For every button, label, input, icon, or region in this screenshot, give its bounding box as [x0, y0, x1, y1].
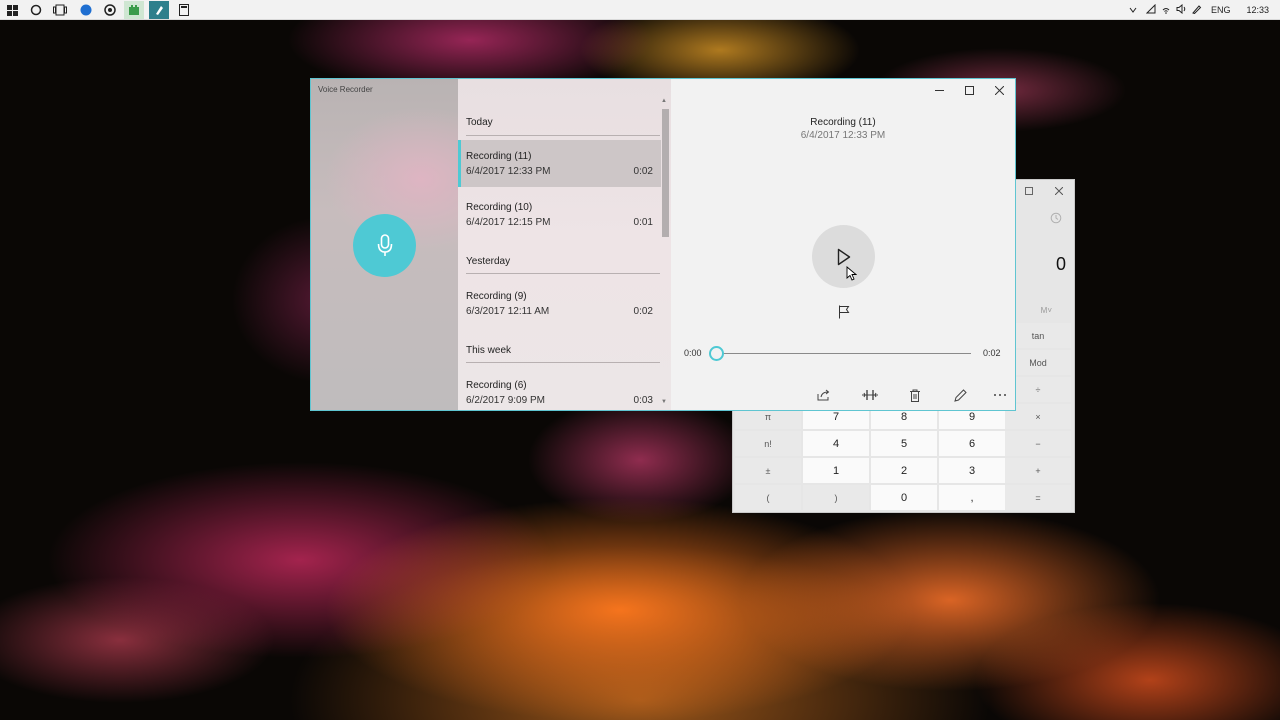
calc-key-open-paren[interactable]: (	[735, 485, 801, 510]
group-header-this-week: This week	[466, 345, 512, 356]
recording-date: 6/4/2017 12:33 PM	[466, 166, 551, 177]
delete-button[interactable]	[904, 385, 926, 405]
group-divider	[466, 135, 660, 136]
windows-start-icon[interactable]	[2, 1, 22, 19]
scroll-thumb[interactable]	[662, 109, 669, 237]
close-icon	[994, 85, 1004, 95]
recording-duration: 0:01	[633, 217, 653, 228]
recording-name: Recording (10)	[466, 202, 533, 213]
recording-title[interactable]: Recording (11)	[671, 117, 1015, 128]
calc-close-button[interactable]	[1046, 184, 1072, 198]
more-icon	[994, 394, 1006, 396]
recordings-list: Today Recording (11) 6/4/2017 12:33 PM 0…	[458, 79, 671, 410]
recording-date: 6/4/2017 12:15 PM	[466, 217, 551, 228]
window-title: Voice Recorder	[318, 85, 373, 94]
close-button[interactable]	[984, 81, 1014, 99]
app-icon[interactable]	[124, 1, 144, 19]
calc-maximize-button[interactable]	[1016, 184, 1042, 198]
total-time: 0:02	[983, 348, 1001, 358]
task-view-icon[interactable]	[50, 1, 70, 19]
calc-key-2[interactable]: 2	[871, 458, 937, 483]
calculator-taskbar-icon[interactable]	[174, 1, 194, 19]
group-divider	[466, 362, 660, 363]
pinned-app-icon[interactable]	[149, 1, 169, 19]
volume-icon[interactable]	[1173, 3, 1189, 16]
minimize-button[interactable]	[924, 81, 954, 99]
calc-key-factorial[interactable]: n!	[735, 431, 801, 456]
trim-button[interactable]	[859, 385, 881, 405]
memory-menu-button[interactable]: M˅	[1041, 306, 1052, 315]
taskbar: ENG 12:33	[0, 0, 1280, 20]
playback-track[interactable]	[716, 353, 971, 354]
group-divider	[466, 273, 660, 274]
playback-pane: Recording (11) 6/4/2017 12:33 PM 0:00 0:…	[671, 79, 1015, 410]
maximize-icon	[964, 85, 974, 95]
recording-item[interactable]: Recording (6) 6/2/2017 9:09 PM 0:03	[458, 369, 661, 410]
more-button[interactable]	[989, 385, 1011, 405]
calc-key-decimal[interactable]: ,	[939, 485, 1005, 510]
recording-item[interactable]: Recording (10) 6/4/2017 12:15 PM 0:01	[458, 191, 661, 238]
minimize-icon	[934, 89, 944, 91]
mouse-cursor-icon	[846, 266, 858, 286]
playback-slider-thumb[interactable]	[709, 346, 724, 361]
share-button[interactable]	[813, 385, 835, 405]
group-header-today: Today	[466, 117, 493, 128]
calc-key-0[interactable]: 0	[871, 485, 937, 510]
clock[interactable]: 12:33	[1247, 5, 1270, 15]
group-header-yesterday: Yesterday	[466, 256, 511, 267]
scroll-down-arrow-icon[interactable]: ▼	[661, 399, 667, 405]
play-icon	[837, 248, 850, 265]
flag-icon	[839, 305, 850, 319]
cortana-search-icon[interactable]	[26, 1, 46, 19]
calc-key-5[interactable]: 5	[871, 431, 937, 456]
calc-key-6[interactable]: 6	[939, 431, 1005, 456]
chrome-icon[interactable]	[100, 1, 120, 19]
calc-display: 0	[1055, 254, 1066, 274]
voice-recorder-window: Voice Recorder Today Recording (11) 6/4/…	[310, 78, 1016, 411]
language-indicator[interactable]: ENG	[1211, 5, 1231, 15]
scroll-up-arrow-icon[interactable]: ▲	[661, 98, 667, 104]
calc-key-negate[interactable]: ±	[735, 458, 801, 483]
recording-duration: 0:02	[633, 166, 653, 177]
elapsed-time: 0:00	[684, 348, 702, 358]
network-icon[interactable]	[1143, 3, 1159, 16]
calc-key-minus[interactable]: −	[1005, 431, 1071, 456]
recording-item-selected[interactable]: Recording (11) 6/4/2017 12:33 PM 0:02	[458, 140, 661, 187]
recording-date: 6/2/2017 9:09 PM	[466, 395, 545, 406]
rename-icon	[953, 388, 967, 402]
recording-name: Recording (9)	[466, 291, 527, 302]
list-scrollbar[interactable]: ▲ ▼	[660, 98, 669, 405]
trim-icon	[862, 390, 878, 400]
record-pane: Voice Recorder	[311, 79, 458, 410]
system-tray: ENG 12:33	[1127, 0, 1280, 20]
add-marker-button[interactable]	[835, 303, 853, 321]
recording-name: Recording (6)	[466, 380, 527, 391]
microphone-icon	[377, 233, 392, 256]
calc-key-1[interactable]: 1	[803, 458, 869, 483]
rename-button[interactable]	[949, 385, 971, 405]
recording-name: Recording (11)	[466, 151, 532, 162]
browser-icon[interactable]	[76, 1, 96, 19]
share-icon	[817, 389, 830, 401]
recording-duration: 0:03	[633, 395, 653, 406]
recording-item[interactable]: Recording (9) 6/3/2017 12:11 AM 0:02	[458, 280, 661, 327]
calc-key-3[interactable]: 3	[939, 458, 1005, 483]
calc-key-equals[interactable]: =	[1005, 485, 1071, 510]
play-button[interactable]	[812, 225, 875, 288]
history-icon[interactable]	[1050, 212, 1062, 227]
chevron-up-icon[interactable]	[1127, 5, 1139, 15]
calc-key-4[interactable]: 4	[803, 431, 869, 456]
calc-key-close-paren[interactable]: )	[803, 485, 869, 510]
delete-icon	[910, 389, 920, 402]
calc-key-plus[interactable]: +	[1005, 458, 1071, 483]
wifi-icon[interactable]	[1159, 4, 1173, 16]
pen-icon[interactable]	[1189, 4, 1205, 16]
record-button[interactable]	[353, 214, 416, 277]
recording-timestamp: 6/4/2017 12:33 PM	[800, 130, 886, 141]
maximize-button[interactable]	[954, 81, 984, 99]
recording-duration: 0:02	[633, 306, 653, 317]
recording-date: 6/3/2017 12:11 AM	[466, 306, 550, 317]
